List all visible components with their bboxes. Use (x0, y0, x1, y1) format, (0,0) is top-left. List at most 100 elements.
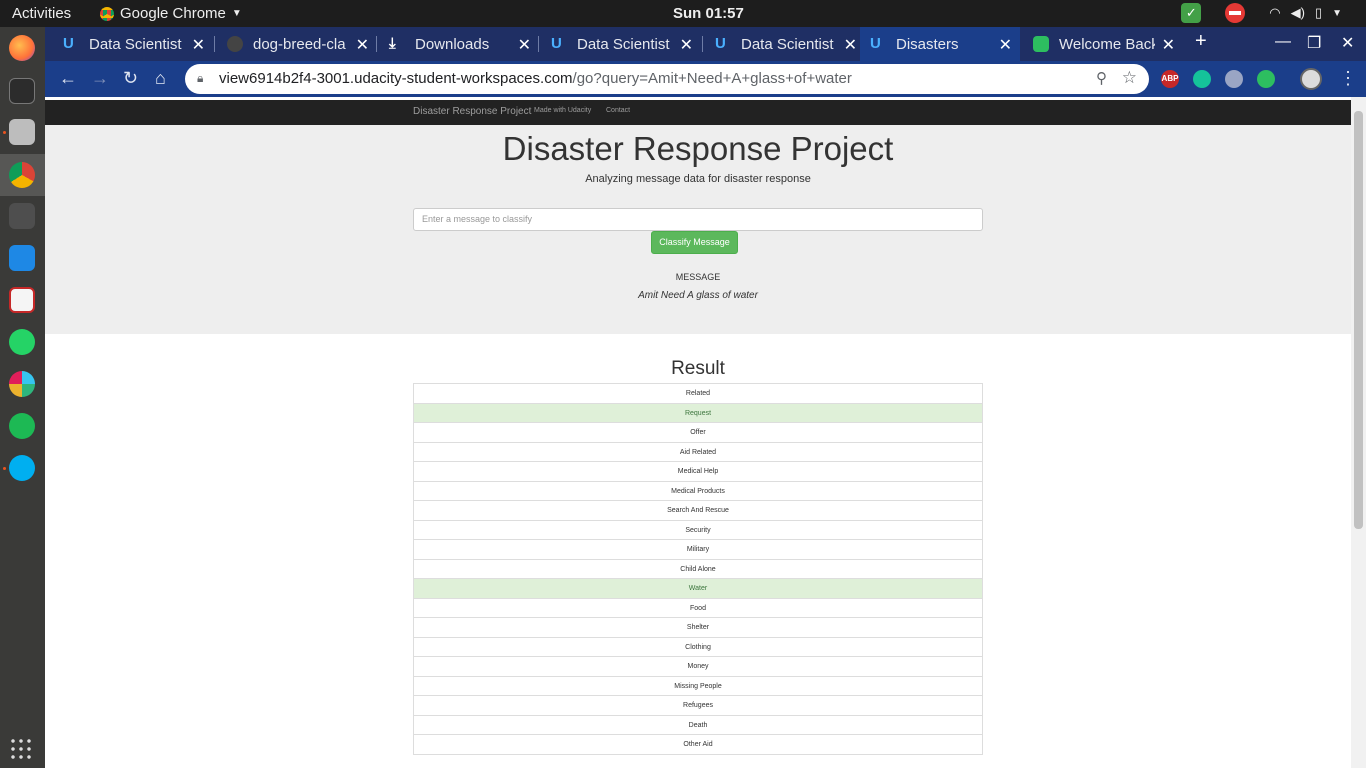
do-not-disturb-icon[interactable] (1225, 3, 1246, 23)
adblock-plus-icon[interactable]: ABP (1161, 70, 1179, 88)
result-item-other-aid: Other Aid (413, 734, 983, 755)
running-indicator (3, 467, 6, 470)
close-window-icon[interactable]: ✕ (1341, 33, 1354, 53)
message-label: MESSAGE (675, 272, 721, 282)
tab-separator (214, 36, 215, 52)
system-tray[interactable]: ✓ ◠ ◀) ▯ ▼ (1181, 3, 1342, 23)
scrollbar[interactable] (1351, 97, 1366, 768)
new-tab-icon[interactable]: + (1195, 30, 1207, 53)
tab-separator (702, 36, 703, 52)
back-icon[interactable]: ← (59, 68, 77, 89)
extension-icon[interactable] (1225, 70, 1243, 88)
tab-title: Downloads (415, 35, 490, 53)
result-item-military: Military (413, 539, 983, 560)
url-host: view6914b2f4-3001.udacity-student-worksp… (219, 70, 573, 87)
volume-icon[interactable]: ◀) (1291, 5, 1305, 21)
tab-title: dog-breed-cla (253, 35, 346, 53)
menu-icon[interactable]: ⋮ (1339, 68, 1357, 89)
page-viewport: Disaster Response Project Made with Udac… (45, 97, 1366, 768)
close-icon[interactable]: ✕ (999, 35, 1012, 55)
app-menu-label: Google Chrome (120, 5, 226, 22)
chevron-down-icon[interactable]: ▼ (1332, 8, 1342, 19)
udacity-icon: U (63, 35, 74, 52)
show-applications-icon[interactable] (9, 737, 35, 763)
clock[interactable]: Sun 01:57 (673, 5, 744, 22)
terminal-icon[interactable] (9, 78, 35, 104)
vscode-icon[interactable] (9, 245, 35, 271)
lock-icon[interactable]: 🔒︎ (197, 71, 203, 86)
activities-button[interactable]: Activities (12, 5, 71, 22)
whatsapp-icon[interactable] (9, 329, 35, 355)
result-list: Related Request Offer Aid Related Medical He… (413, 383, 983, 755)
tab-disasters[interactable]: U Disasters ✕ (860, 27, 1020, 61)
tab-downloads[interactable]: ⤓ Downloads ✕ (379, 27, 539, 61)
result-item-medical-products: Medical Products (413, 480, 983, 501)
result-item-aid-related: Aid Related (413, 441, 983, 462)
grammarly-icon[interactable] (1193, 70, 1211, 88)
restore-icon[interactable]: ❐ (1307, 33, 1321, 53)
reload-icon[interactable]: ↻ (123, 68, 138, 89)
avatar[interactable] (1300, 68, 1322, 90)
result-item-food: Food (413, 597, 983, 618)
github-icon (227, 36, 243, 52)
message-text: Amit Need A glass of water (638, 290, 758, 301)
document-viewer-icon[interactable] (9, 287, 35, 313)
tab-welcome-back[interactable]: Welcome Back ✕ (1023, 27, 1183, 61)
slack-icon[interactable] (9, 371, 35, 397)
address-bar[interactable]: 🔒︎ view6914b2f4-3001.udacity-student-wor… (185, 64, 1149, 94)
result-item-child-alone: Child Alone (413, 558, 983, 579)
home-icon[interactable]: ⌂ (155, 68, 166, 89)
result-item-request: Request (413, 402, 983, 423)
message-input[interactable]: Enter a message to classify (413, 208, 983, 231)
result-item-medical-help: Medical Help (413, 461, 983, 482)
close-icon[interactable]: ✕ (844, 35, 857, 55)
result-item-related: Related (413, 383, 983, 404)
files-icon[interactable] (9, 119, 35, 145)
spotify-icon[interactable] (9, 413, 35, 439)
close-icon[interactable]: ✕ (192, 35, 205, 55)
classify-message-button[interactable]: Classify Message (651, 231, 738, 254)
dock (0, 27, 45, 768)
udacity-icon: U (870, 35, 881, 52)
result-item-security: Security (413, 519, 983, 540)
scrollbar-thumb[interactable] (1354, 111, 1363, 529)
contact-link[interactable]: Contact (606, 107, 630, 114)
navbar-brand[interactable]: Disaster Response Project (413, 106, 531, 117)
url-path: /go?query=Amit+Need+A+glass+of+water (572, 70, 852, 87)
browser-toolbar: ← → ↻ ⌂ 🔒︎ view6914b2f4-3001.udacity-stu… (45, 61, 1366, 97)
result-item-search-and-rescue: Search And Rescue (413, 500, 983, 521)
download-icon: ⤓ (389, 35, 396, 52)
address-url[interactable]: view6914b2f4-3001.udacity-student-worksp… (219, 70, 852, 87)
tab-dog-breed[interactable]: dog-breed-cla ✕ (217, 27, 377, 61)
close-icon[interactable]: ✕ (518, 35, 531, 55)
tab-data-scientist-2[interactable]: U Data Scientist ✕ (541, 27, 701, 61)
firefox-icon[interactable] (9, 35, 35, 61)
calculator-icon[interactable] (9, 203, 35, 229)
evernote-icon[interactable] (1257, 70, 1275, 88)
skype-icon[interactable] (9, 455, 35, 481)
app-menu[interactable]: Google Chrome ▼ (100, 5, 242, 22)
check-icon[interactable]: ✓ (1181, 3, 1202, 23)
udacity-icon: U (715, 35, 726, 52)
tab-data-scientist-1[interactable]: U Data Scientist ✕ (53, 27, 213, 61)
wifi-icon[interactable]: ◠ (1269, 5, 1280, 21)
tab-data-scientist-3[interactable]: U Data Scientist ✕ (705, 27, 865, 61)
forward-icon[interactable]: → (91, 68, 109, 89)
tab-title: Welcome Back (1059, 35, 1155, 53)
tab-title: Disasters (896, 35, 959, 53)
tab-separator (538, 36, 539, 52)
battery-icon[interactable]: ▯ (1315, 5, 1322, 21)
tab-separator (376, 36, 377, 52)
system-top-bar: Activities Google Chrome ▼ Sun 01:57 ✓ ◠… (0, 0, 1366, 27)
minimize-icon[interactable]: — (1275, 33, 1291, 51)
made-with-udacity-link[interactable]: Made with Udacity (534, 107, 591, 114)
close-icon[interactable]: ✕ (356, 35, 369, 55)
result-item-death: Death (413, 714, 983, 735)
zoom-icon[interactable]: ⚲ (1096, 69, 1107, 87)
bookmark-star-icon[interactable]: ☆ (1122, 68, 1137, 88)
result-item-offer: Offer (413, 422, 983, 443)
chrome-icon[interactable] (9, 162, 35, 188)
udacity-icon: U (551, 35, 562, 52)
close-icon[interactable]: ✕ (680, 35, 693, 55)
close-icon[interactable]: ✕ (1162, 35, 1175, 55)
